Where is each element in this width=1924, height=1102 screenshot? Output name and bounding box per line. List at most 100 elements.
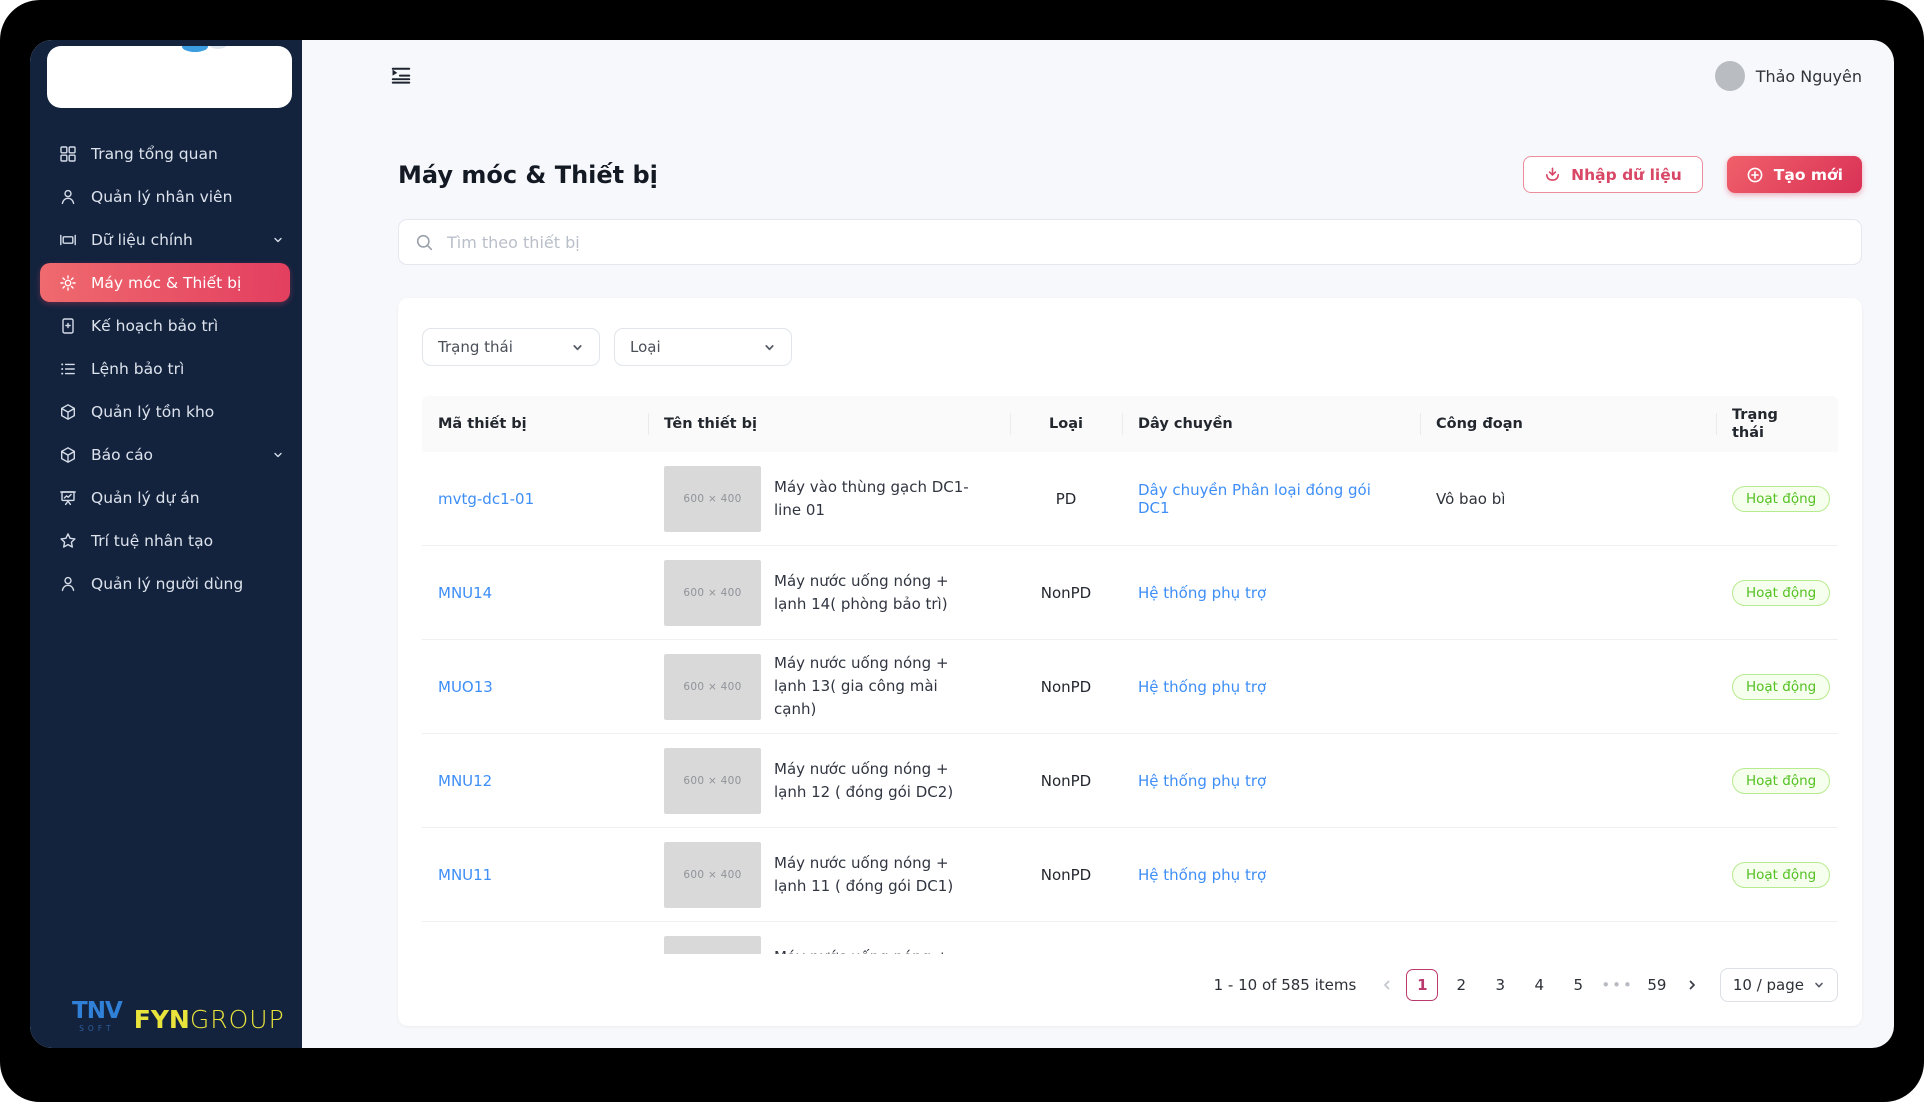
device-image-placeholder: 600 × 400	[664, 559, 761, 626]
sidebar-item-label: Quản lý người dùng	[91, 574, 244, 593]
pagination: 1 - 10 of 585 items 1 2 3 4 5 ••• 59 10 …	[422, 968, 1838, 1003]
sidebar-item-master-data[interactable]: Dữ liệu chính	[30, 218, 302, 261]
device-type: NonPD	[1040, 771, 1092, 790]
sidebar-item-users[interactable]: Quản lý người dùng	[30, 562, 302, 605]
column-header-status: Trạng thái	[1716, 396, 1838, 452]
device-name: Máy vào thùng gạch DC1-line 01	[774, 477, 969, 519]
chevron-down-icon	[1815, 982, 1823, 988]
line-link[interactable]: Hệ thống phụ trợ	[1138, 584, 1266, 602]
document-plus-icon	[58, 316, 77, 335]
type-filter-select[interactable]: Loại	[614, 328, 792, 366]
sidebar-item-label: Kế hoạch bảo trì	[91, 316, 219, 335]
page-number[interactable]: 59	[1641, 969, 1673, 1001]
device-code-link[interactable]: MNU14	[438, 584, 492, 602]
column-header-name: Tên thiết bị	[648, 396, 1010, 452]
page-actions: Nhập dữ liệu Tạo mới	[1523, 156, 1862, 193]
plus-circle-icon	[1746, 166, 1764, 184]
sidebar-item-inventory[interactable]: Quản lý tồn kho	[30, 390, 302, 433]
line-link[interactable]: Hệ thống phụ trợ	[1138, 772, 1266, 790]
device-name: Máy nước uống nóng + lạnh 13( gia công m…	[774, 653, 949, 719]
page-number[interactable]: 1	[1406, 969, 1439, 1002]
device-image-placeholder: 600 × 400	[664, 935, 761, 955]
fyn-group-logo: FYN GROUP	[133, 1005, 285, 1034]
line-link[interactable]: Hệ thống phụ trợ	[1138, 866, 1266, 884]
status-badge: Hoạt động	[1732, 579, 1831, 606]
sidebar-item-label: Quản lý nhân viên	[91, 187, 233, 206]
page-title: Máy móc & Thiết bị	[398, 160, 658, 189]
sidebar-item-label: Quản lý dự án	[91, 488, 200, 507]
cube-icon	[58, 445, 77, 464]
star-icon	[58, 531, 77, 550]
status-filter-select[interactable]: Trạng thái	[422, 328, 600, 366]
device-type: NonPD	[1040, 583, 1092, 602]
user-name: Thảo Nguyên	[1755, 66, 1862, 86]
avatar	[1714, 61, 1745, 91]
device-image-placeholder: 600 × 400	[664, 747, 761, 814]
gear-icon	[58, 273, 77, 292]
sidebar-item-projects[interactable]: Quản lý dự án	[30, 476, 302, 519]
prev-page-button[interactable]	[1375, 969, 1399, 1001]
sidebar-item-machines[interactable]: Máy móc & Thiết bị	[40, 263, 290, 302]
company-logo[interactable]	[47, 46, 292, 108]
device-code-link[interactable]: MNU11	[438, 866, 492, 884]
device-code-link[interactable]: MNU12	[438, 772, 492, 790]
chevron-down-icon	[272, 449, 284, 461]
status-badge: Hoạt động	[1732, 673, 1831, 700]
chevron-down-icon	[573, 344, 582, 350]
tnv-soft-logo: TNV SOFT	[72, 997, 123, 1033]
page-number[interactable]: 2	[1445, 969, 1477, 1001]
column-header-code: Mã thiết bị	[438, 416, 527, 433]
status-badge: Hoạt động	[1732, 767, 1831, 794]
table-row: mvtg-dc1-01 600 × 400 Máy vào thùng gạch…	[422, 452, 1838, 547]
device-image-placeholder: 600 × 400	[664, 841, 761, 908]
line-link[interactable]: Dây chuyền Phân loại đóng gói DC1	[1138, 481, 1371, 517]
column-header-line: Dây chuyền	[1122, 396, 1420, 452]
page-number[interactable]: 5	[1562, 969, 1594, 1001]
chevron-down-icon	[765, 344, 774, 350]
sidebar-nav: Trang tổng quan Quản lý nhân viên Dữ liệ…	[30, 132, 302, 605]
sidebar-item-maintenance-plan[interactable]: Kế hoạch bảo trì	[30, 304, 302, 347]
sidebar-item-maintenance-orders[interactable]: Lệnh bảo trì	[30, 347, 302, 390]
sidebar-item-reports[interactable]: Báo cáo	[30, 433, 302, 476]
table-row: MUO13 600 × 400 Máy nước uống nóng + lạn…	[422, 640, 1838, 735]
chevron-left-icon	[1384, 980, 1390, 990]
device-type: NonPD	[1040, 865, 1092, 884]
user-icon	[58, 574, 77, 593]
device-code-link[interactable]: MUO13	[438, 678, 493, 696]
sidebar-item-label: Báo cáo	[91, 445, 154, 464]
sidebar-item-ai[interactable]: Trí tuệ nhân tạo	[30, 519, 302, 562]
next-page-button[interactable]	[1680, 969, 1704, 1001]
table-body: mvtg-dc1-01 600 × 400 Máy vào thùng gạch…	[422, 452, 1838, 955]
sidebar-item-dashboard[interactable]: Trang tổng quan	[30, 132, 302, 175]
sidebar-item-employees[interactable]: Quản lý nhân viên	[30, 175, 302, 218]
user-icon	[58, 187, 77, 206]
sidebar-item-label: Lệnh bảo trì	[91, 359, 185, 378]
page-number[interactable]: 3	[1484, 969, 1516, 1001]
search-icon	[415, 233, 434, 252]
table-header: Mã thiết bị Tên thiết bị Loại Dây chuyền…	[422, 396, 1838, 453]
download-icon	[1544, 166, 1561, 183]
create-new-button[interactable]: Tạo mới	[1726, 156, 1862, 193]
column-header-stage: Công đoạn	[1420, 396, 1716, 452]
table-row: 600 × 400 Máy nước uống nóng + lạnh Hoạt…	[422, 922, 1838, 955]
chevron-down-icon	[272, 234, 284, 246]
pagination-ellipsis[interactable]: •••	[1601, 976, 1634, 994]
status-badge: Hoạt động	[1732, 861, 1831, 888]
chevron-right-icon	[1689, 980, 1695, 990]
search-input[interactable]	[445, 231, 1845, 253]
device-image-placeholder: 600 × 400	[664, 465, 761, 532]
import-data-button[interactable]: Nhập dữ liệu	[1523, 156, 1703, 193]
status-badge: Hoạt động	[1732, 485, 1831, 512]
app-window: Trang tổng quan Quản lý nhân viên Dữ liệ…	[30, 40, 1894, 1048]
menu-unfold-icon[interactable]	[390, 65, 412, 87]
user-menu[interactable]: Thảo Nguyên	[1714, 61, 1862, 91]
logo-mark-icon	[181, 46, 208, 52]
page-size-select[interactable]: 10 / page	[1719, 968, 1838, 1003]
main-content: Thảo Nguyên Máy móc & Thiết bị Nhập dữ l…	[302, 40, 1894, 1048]
page-number[interactable]: 4	[1523, 969, 1555, 1001]
search-bar	[398, 219, 1862, 265]
list-icon	[58, 359, 77, 378]
line-link[interactable]: Hệ thống phụ trợ	[1138, 678, 1266, 696]
device-code-link[interactable]: mvtg-dc1-01	[438, 490, 534, 508]
table-row: MNU11 600 × 400 Máy nước uống nóng + lạn…	[422, 828, 1838, 923]
